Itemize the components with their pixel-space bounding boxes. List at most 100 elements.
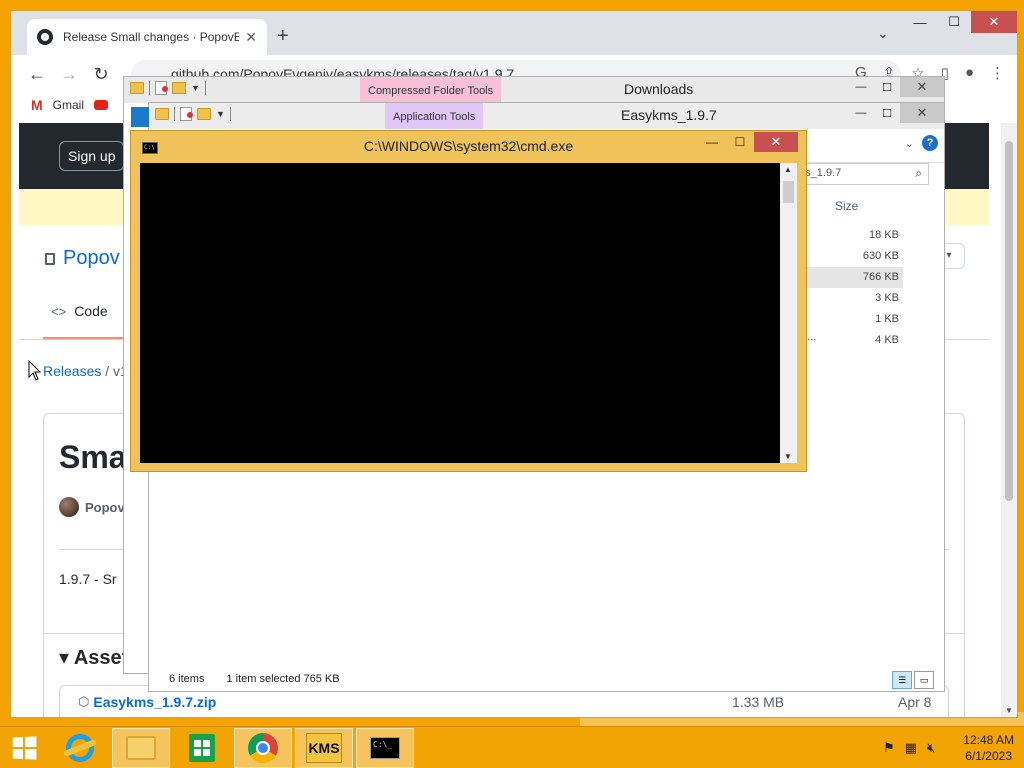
repo-owner-link[interactable]: Popov: [63, 247, 120, 270]
menu-icon[interactable]: ⋮: [990, 64, 1005, 82]
scrollbar-thumb[interactable]: [783, 181, 794, 203]
application-tools-tab[interactable]: Application Tools: [385, 103, 484, 129]
internet-explorer-icon: [66, 733, 94, 762]
close-button[interactable]: ✕: [754, 132, 798, 152]
scrollbar-thumb[interactable]: [1005, 141, 1013, 501]
details-view-icon[interactable]: ☰: [892, 671, 912, 689]
cmd-window-controls: — ☐ ✕: [698, 132, 798, 152]
customize-dropdown-icon[interactable]: ▼: [216, 109, 225, 119]
youtube-icon[interactable]: [94, 100, 109, 110]
close-button[interactable]: ✕: [971, 11, 1017, 33]
github-icon: [37, 29, 53, 45]
new-folder-icon[interactable]: [172, 82, 186, 94]
author-name[interactable]: Popov: [85, 500, 125, 515]
network-icon[interactable]: ▦: [905, 740, 917, 756]
profile-icon[interactable]: ●: [965, 64, 974, 82]
maximize-button[interactable]: ☐: [874, 77, 900, 97]
tab-title: Release Small changes · PopovEv: [63, 30, 240, 44]
assets-heading[interactable]: ▾ Asset: [59, 645, 128, 670]
cmd-titlebar[interactable]: C:\ C:\WINDOWS\system32\cmd.exe — ☐ ✕: [131, 131, 806, 163]
taskbar-file-explorer[interactable]: [112, 727, 170, 768]
taskbar: KMS C:\_ ⚑ ▦ 🔇︎ 12:48 AM 6/1/2023: [0, 726, 1024, 768]
maximize-button[interactable]: ☐: [726, 132, 754, 152]
toolbar-separator: [204, 81, 206, 95]
search-input[interactable]: ms_1.9.7 ⌕: [789, 163, 929, 185]
compressed-folder-tools-tab[interactable]: Compressed Folder Tools: [360, 77, 502, 103]
minimize-button[interactable]: —: [698, 132, 726, 152]
file-size-cell[interactable]: 630 KB: [799, 246, 903, 267]
size-column-header[interactable]: Size: [835, 199, 858, 213]
maximize-button[interactable]: ☐: [937, 11, 971, 33]
minimize-button[interactable]: —: [848, 103, 874, 123]
search-icon[interactable]: ⌕: [915, 166, 922, 181]
cmd-scrollbar[interactable]: ▲ ▼: [780, 163, 797, 463]
tab-close-icon[interactable]: ✕: [245, 29, 257, 46]
maximize-button[interactable]: ☐: [874, 103, 900, 123]
back-icon[interactable]: ←: [21, 64, 53, 85]
properties-icon[interactable]: [155, 81, 168, 95]
browser-tab[interactable]: Release Small changes · PopovEv ✕: [27, 19, 267, 55]
breadcrumb-separator: /: [105, 363, 110, 379]
tab-code[interactable]: <> Code: [51, 303, 108, 319]
taskbar-store[interactable]: [173, 728, 231, 768]
asset-download-link[interactable]: Easykms_1.9.7.zip: [93, 694, 216, 710]
minimize-button[interactable]: —: [903, 11, 937, 33]
avatar[interactable]: [59, 497, 79, 517]
taskbar-kms[interactable]: KMS: [295, 727, 353, 768]
ribbon-expand-icon[interactable]: ⌄: [905, 137, 914, 150]
clock[interactable]: 12:48 AM 6/1/2023: [963, 732, 1014, 764]
tab-strip: Release Small changes · PopovEv ✕ + ⌄ — …: [11, 11, 1017, 55]
forward-icon[interactable]: →: [53, 64, 85, 85]
file-size-cell-selected[interactable]: 766 KB: [799, 267, 903, 288]
file-tab-marker: [131, 107, 149, 127]
customize-dropdown-icon[interactable]: ▼: [191, 83, 200, 93]
large-icons-view-icon[interactable]: ▭: [914, 671, 934, 689]
help-icon[interactable]: ?: [922, 135, 938, 151]
code-tab-label: Code: [74, 303, 108, 319]
easykms-titlebar[interactable]: ▼ Application Tools Easykms_1.9.7 — ☐ ✕: [131, 103, 944, 129]
downloads-window-title: Downloads: [624, 81, 694, 97]
repo-title: Popov: [45, 247, 120, 270]
taskbar-chrome[interactable]: [234, 727, 292, 768]
new-folder-icon[interactable]: [197, 108, 211, 120]
bookmark-gmail[interactable]: Gmail: [53, 98, 84, 112]
start-button[interactable]: [0, 727, 48, 768]
taskbar-internet-explorer[interactable]: [51, 728, 109, 768]
folder-icon[interactable]: [130, 82, 144, 94]
flag-icon[interactable]: ⚑: [883, 740, 895, 756]
close-button[interactable]: ✕: [900, 103, 944, 123]
reload-icon[interactable]: ↻: [85, 64, 117, 85]
console-output[interactable]: [140, 163, 780, 463]
quick-access-toolbar: ▼: [155, 107, 231, 121]
new-tab-button[interactable]: +: [277, 25, 289, 48]
package-icon: ⬡: [78, 694, 90, 709]
asset-size: 1.33 MB: [732, 694, 785, 710]
file-explorer-icon: [126, 735, 156, 760]
chrome-window-controls: — ☐ ✕: [903, 11, 1017, 33]
minimize-button[interactable]: —: [848, 77, 874, 97]
quick-access-toolbar: ▼: [130, 81, 206, 95]
tab-search-icon[interactable]: ⌄: [877, 25, 889, 42]
status-item-count: 6 items: [169, 673, 205, 685]
file-size-cell[interactable]: 3 KB: [799, 288, 903, 309]
properties-icon[interactable]: [180, 107, 193, 121]
scroll-down-icon[interactable]: ▼: [1005, 706, 1013, 715]
breadcrumb-releases-link[interactable]: Releases: [43, 363, 101, 379]
downloads-titlebar[interactable]: ▼ Compressed Folder Tools Downloads — ☐ …: [124, 77, 944, 103]
code-icon: <>: [51, 303, 67, 319]
page-scrollbar[interactable]: ▼: [1001, 123, 1017, 717]
scroll-down-icon[interactable]: ▼: [784, 452, 792, 461]
volume-muted-icon[interactable]: 🔇︎: [927, 740, 935, 756]
taskbar-cmd[interactable]: C:\_: [356, 727, 414, 768]
release-body: 1.9.7 - Sr: [59, 571, 117, 587]
folder-icon[interactable]: [155, 108, 169, 120]
easykms-window-controls: — ☐ ✕: [848, 103, 944, 123]
store-icon: [189, 733, 215, 762]
scroll-up-icon[interactable]: ▲: [784, 165, 792, 174]
toolbar-separator: [149, 81, 150, 95]
sign-up-button[interactable]: Sign up: [59, 141, 125, 171]
status-selection: 1 item selected 765 KB: [226, 673, 340, 685]
file-size-cell[interactable]: 18 KB: [799, 225, 903, 246]
file-size-cell[interactable]: 1 KB: [799, 309, 903, 330]
close-button[interactable]: ✕: [900, 77, 944, 97]
